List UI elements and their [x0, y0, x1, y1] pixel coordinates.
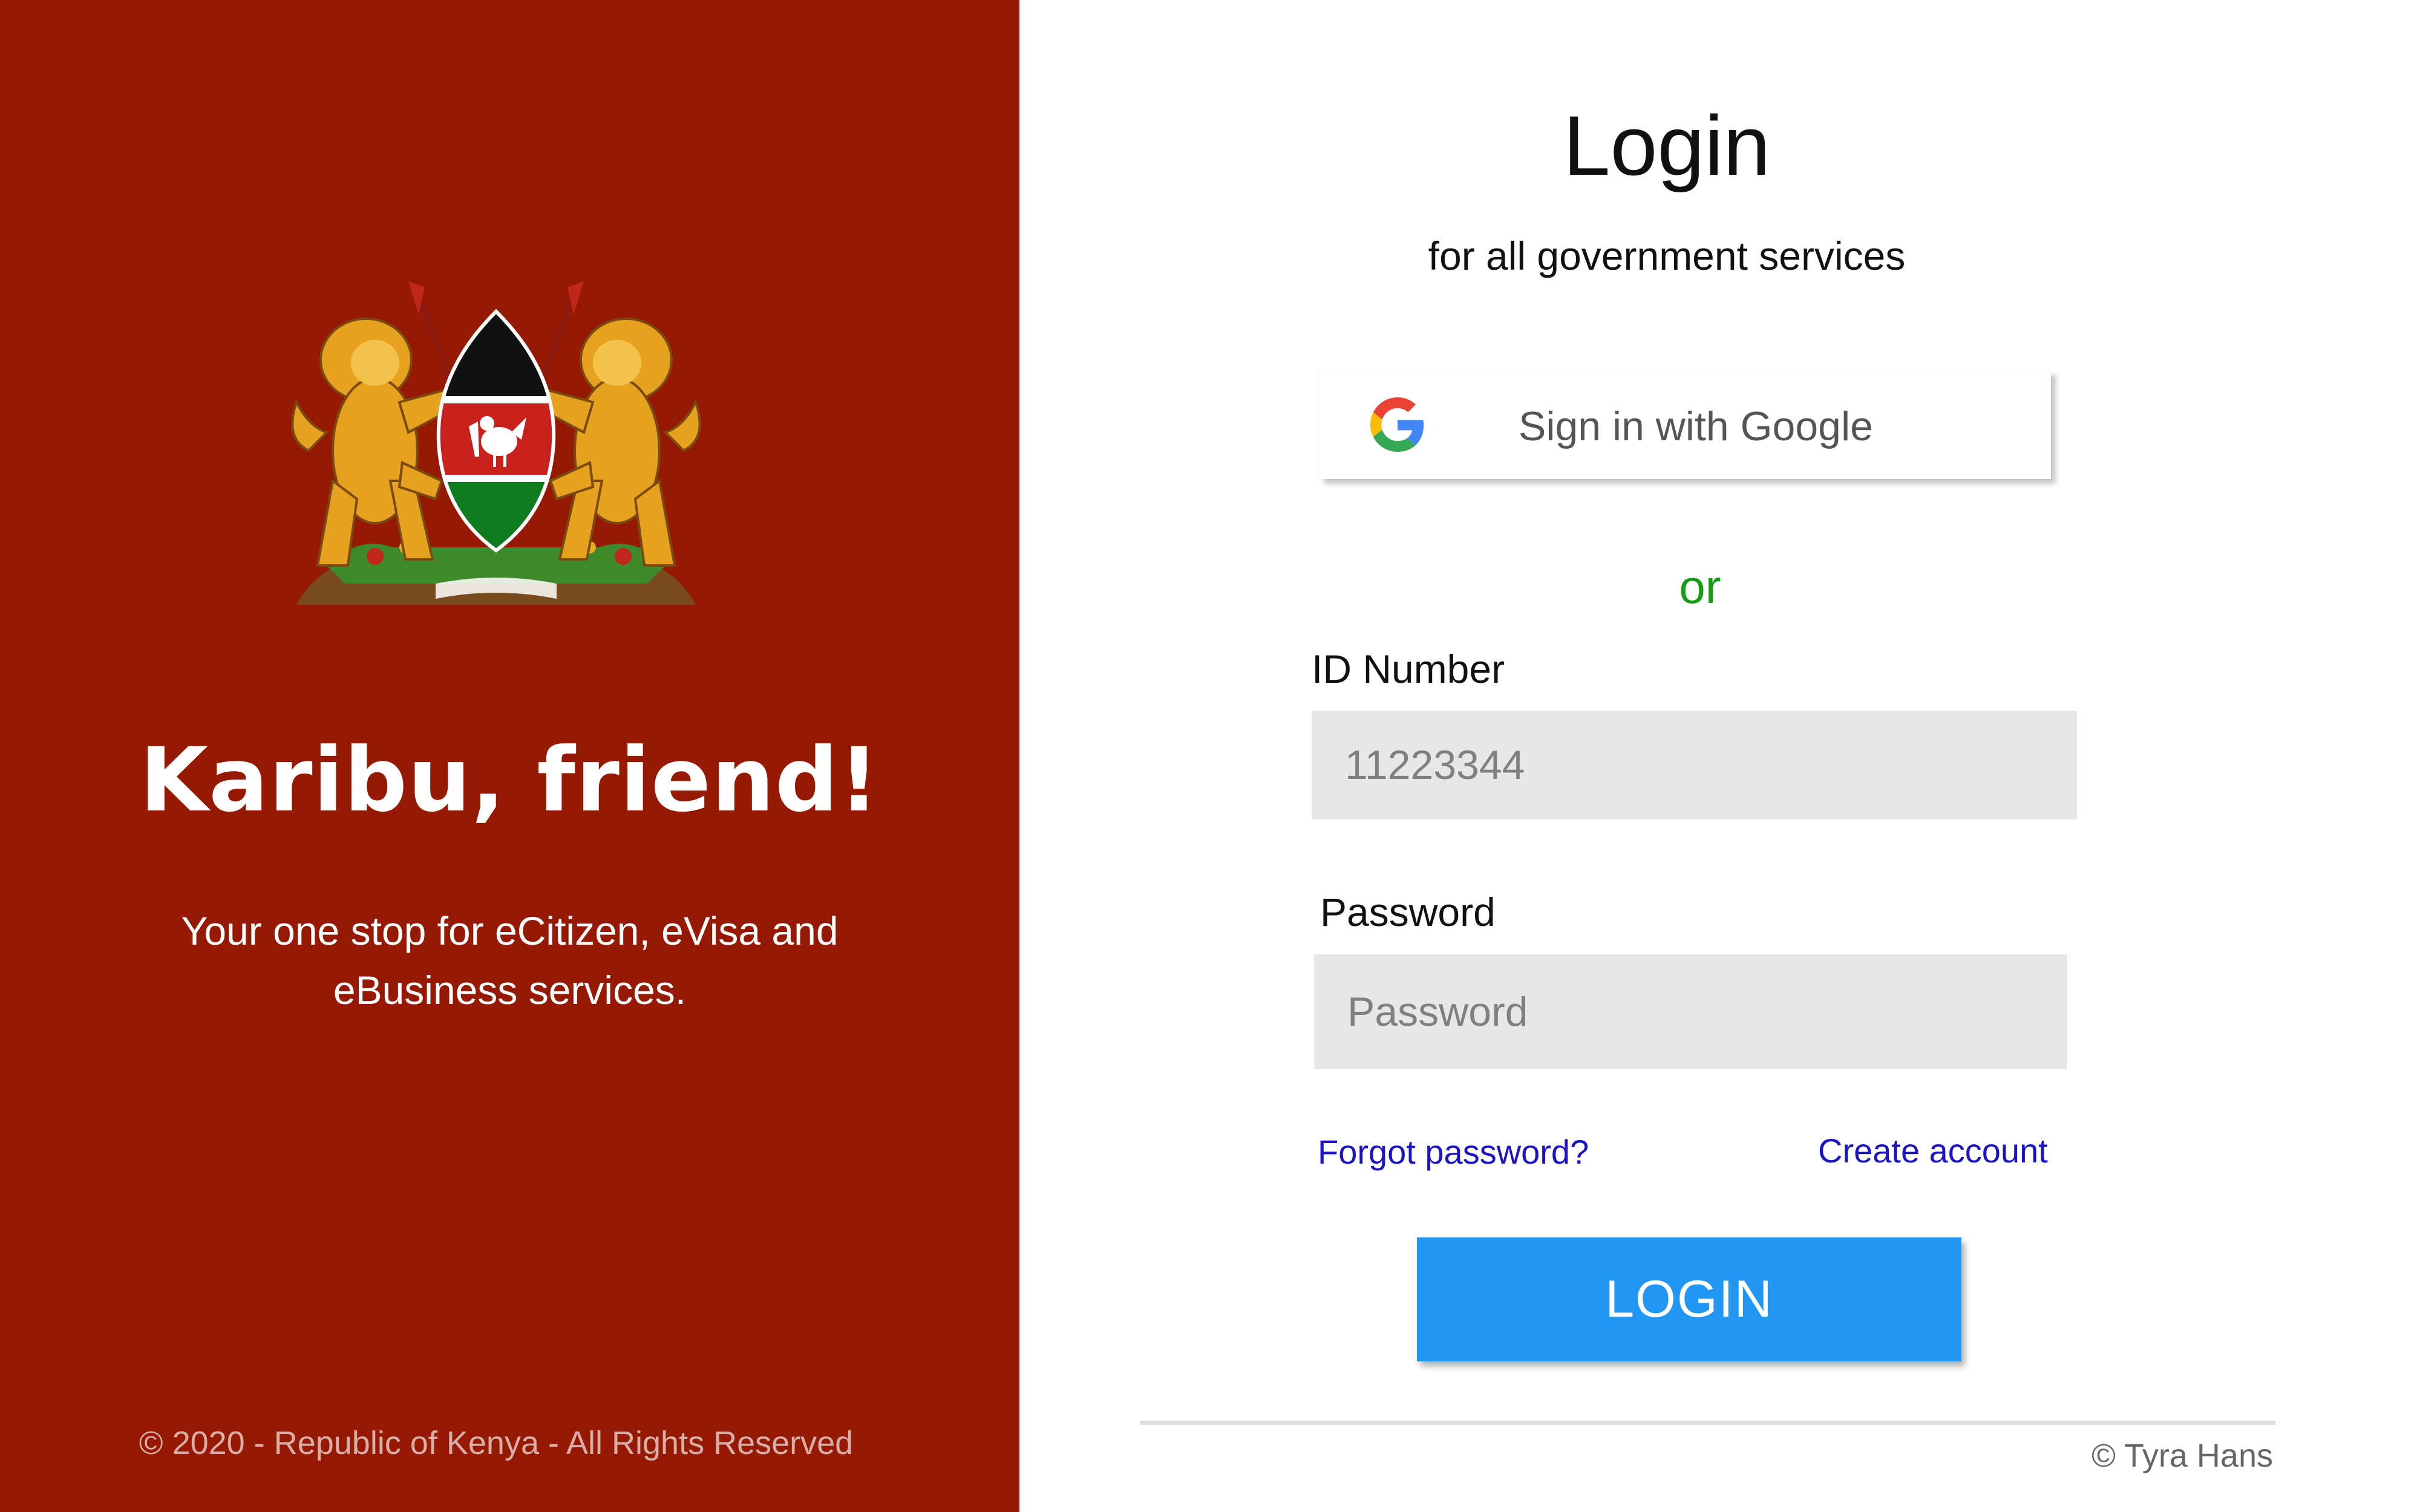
google-sign-in-button[interactable]: Sign in with Google	[1319, 370, 2051, 479]
welcome-heading: Karibu, friend!	[139, 729, 880, 832]
password-label: Password	[1320, 890, 1496, 934]
copyright-footer: © 2020 - Republic of Kenya - All Rights …	[139, 1425, 854, 1461]
welcome-subtitle: Your one stop for eCitizen, eVisa and eB…	[181, 908, 839, 1012]
welcome-panel: Karibu, friend! Your one stop for eCitiz…	[0, 0, 1019, 1512]
login-subheading: for all government services	[1428, 233, 1906, 278]
or-separator: or	[1679, 560, 1721, 613]
forgot-password-link[interactable]: Forgot password?	[1318, 1132, 1589, 1171]
login-button[interactable]: LOGIN	[1417, 1237, 1961, 1361]
author-credit: © Tyra Hans	[2091, 1438, 2273, 1474]
kenya-coat-of-arms-emblem	[291, 281, 701, 605]
login-page: Karibu, friend! Your one stop for eCitiz…	[0, 0, 2420, 1512]
login-heading: Login	[1563, 98, 1771, 193]
google-sign-in-label: Sign in with Google	[1519, 403, 1873, 449]
id-number-input[interactable]	[1312, 711, 2077, 820]
google-g-icon	[1370, 397, 1424, 452]
create-account-link[interactable]: Create account	[1818, 1131, 2048, 1170]
footer-divider	[1140, 1421, 2275, 1425]
password-input[interactable]	[1314, 954, 2067, 1069]
id-number-label: ID Number	[1312, 647, 1505, 691]
